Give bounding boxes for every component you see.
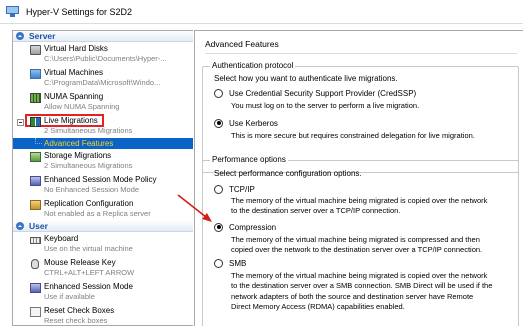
nav-item-numa-spanning[interactable]: NUMA Spanning Allow NUMA Spanning	[13, 90, 193, 114]
nav-item-label: Replication Configuration	[44, 199, 134, 208]
group-description: Select how you want to authenticate live…	[214, 74, 398, 83]
radio-label: Use Kerberos	[229, 118, 278, 128]
collapse-icon[interactable]	[16, 32, 24, 40]
group-label: Performance options	[210, 155, 288, 164]
annotation-arrow-icon	[177, 194, 212, 222]
description-line: The memory of the virtual machine being …	[231, 235, 480, 244]
window-title: Hyper-V Settings for S2D2	[26, 6, 133, 17]
tree-connector	[35, 138, 42, 144]
numa-icon	[30, 93, 41, 103]
enhanced-session-icon	[30, 283, 41, 293]
advanced-features-panel: Advanced Features Authentication protoco…	[194, 30, 523, 326]
storage-migration-icon	[30, 152, 41, 162]
title-divider	[205, 53, 517, 54]
nav-item-reset-check-boxes[interactable]: Reset Check Boxes Reset check boxes	[13, 304, 193, 325]
radio-button[interactable]	[214, 258, 223, 268]
nav-item-mouse-release-key[interactable]: Mouse Release Key CTRL+ALT+LEFT ARROW	[13, 256, 193, 280]
option-description: The memory of the virtual machine being …	[231, 235, 482, 256]
group-description: Select performance configuration options…	[214, 169, 362, 178]
description-line: network adapters of both the source and …	[231, 291, 474, 301]
nav-item-value: 2 Simultaneous Migrations	[44, 161, 133, 170]
radio-smb[interactable]: SMB	[214, 257, 246, 269]
radio-label: Use Credential Security Support Provider…	[229, 88, 417, 98]
nav-item-label: Reset Check Boxes	[44, 306, 115, 315]
nav-item-label: Enhanced Session Mode Policy	[44, 175, 157, 184]
virtual-hard-disk-icon	[30, 45, 41, 55]
reset-icon	[30, 307, 41, 317]
nav-item-label: Keyboard	[44, 234, 79, 243]
radio-credssp[interactable]: Use Credential Security Support Provider…	[214, 87, 416, 99]
hyper-v-app-icon	[6, 6, 19, 17]
option-description: The memory of the virtual machine being …	[231, 271, 492, 312]
radio-button[interactable]	[214, 88, 223, 98]
nav-item-value: C:\ProgramData\Microsoft\Windo...	[44, 78, 161, 87]
nav-item-storage-migrations[interactable]: Storage Migrations 2 Simultaneous Migrat…	[13, 149, 193, 173]
description-line: Direct Memory Access (RDMA) capabilities…	[231, 301, 405, 311]
virtual-machines-icon	[30, 69, 41, 79]
nav-item-label: Advanced Features	[44, 139, 114, 148]
option-description: The memory of the virtual machine being …	[231, 196, 487, 217]
nav-item-live-migrations[interactable]: Live Migrations 2 Simultaneous Migration…	[13, 114, 193, 138]
option-description: You must log on to the server to perform…	[231, 101, 420, 110]
nav-item-replication-configuration[interactable]: Replication Configuration Not enabled as…	[13, 197, 193, 221]
server-section-label: Server	[29, 31, 56, 41]
user-section-label: User	[29, 221, 48, 231]
nav-item-advanced-features[interactable]: Advanced Features	[13, 138, 193, 149]
title-bar: Hyper-V Settings for S2D2	[0, 0, 523, 24]
live-migration-icon	[30, 117, 41, 127]
description-line: to the destination server over a TCP/IP …	[231, 206, 401, 216]
radio-kerberos[interactable]: Use Kerberos	[214, 117, 278, 129]
nav-item-label: Virtual Machines	[44, 68, 103, 77]
description-line: copied over the network to the destinati…	[231, 245, 483, 255]
nav-item-value: 2 Simultaneous Migrations	[44, 126, 133, 135]
user-section-header[interactable]: User	[13, 221, 193, 232]
replication-icon	[30, 200, 41, 210]
radio-label: SMB	[229, 258, 247, 268]
nav-item-value: CTRL+ALT+LEFT ARROW	[44, 268, 135, 277]
nav-item-value: Use on the virtual machine	[44, 244, 133, 253]
nav-item-label: Enhanced Session Mode	[44, 282, 133, 291]
nav-item-keyboard[interactable]: Keyboard Use on the virtual machine	[13, 232, 193, 256]
nav-item-virtual-machines[interactable]: Virtual Machines C:\ProgramData\Microsof…	[13, 66, 193, 90]
nav-item-value: Use if available	[44, 292, 95, 301]
radio-tcpip[interactable]: TCP/IP	[214, 183, 255, 195]
nav-item-label: Storage Migrations	[44, 151, 112, 160]
description-line: The memory of the virtual machine being …	[231, 271, 488, 280]
performance-options-group: Performance options Select performance c…	[202, 155, 519, 326]
mouse-icon	[31, 259, 39, 269]
collapse-tree-icon[interactable]	[17, 119, 24, 126]
option-description: This is more secure but requires constra…	[231, 131, 475, 140]
collapse-icon[interactable]	[16, 222, 24, 230]
nav-item-label: NUMA Spanning	[44, 92, 104, 101]
description-line: to the destination server over a SMB con…	[231, 281, 493, 291]
settings-navigation-tree: Server Virtual Hard Disks C:\Users\Publi…	[12, 30, 193, 326]
radio-label: Compression	[229, 222, 277, 232]
radio-button-selected[interactable]	[214, 222, 223, 232]
nav-item-virtual-hard-disks[interactable]: Virtual Hard Disks C:\Users\Public\Docum…	[13, 42, 193, 66]
radio-label: TCP/IP	[229, 184, 255, 194]
group-label: Authentication protocol	[210, 61, 296, 70]
server-section-header[interactable]: Server	[13, 31, 193, 42]
nav-item-value: C:\Users\Public\Documents\Hyper-...	[44, 54, 167, 63]
radio-compression[interactable]: Compression	[214, 221, 276, 233]
radio-button-selected[interactable]	[214, 118, 223, 128]
description-line: The memory of the virtual machine being …	[231, 196, 488, 205]
nav-item-value: Allow NUMA Spanning	[44, 102, 120, 111]
page-title: Advanced Features	[205, 39, 279, 49]
nav-item-enhanced-session-mode-policy[interactable]: Enhanced Session Mode Policy No Enhanced…	[13, 173, 193, 197]
nav-item-value: Reset check boxes	[44, 316, 108, 325]
nav-item-label: Mouse Release Key	[44, 258, 116, 267]
nav-item-value: No Enhanced Session Mode	[44, 185, 140, 194]
enhanced-session-policy-icon	[30, 176, 41, 186]
nav-item-value: Not enabled as a Replica server	[44, 209, 151, 218]
nav-item-enhanced-session-mode[interactable]: Enhanced Session Mode Use if available	[13, 280, 193, 304]
keyboard-icon	[30, 237, 41, 244]
nav-item-label: Virtual Hard Disks	[44, 44, 108, 53]
